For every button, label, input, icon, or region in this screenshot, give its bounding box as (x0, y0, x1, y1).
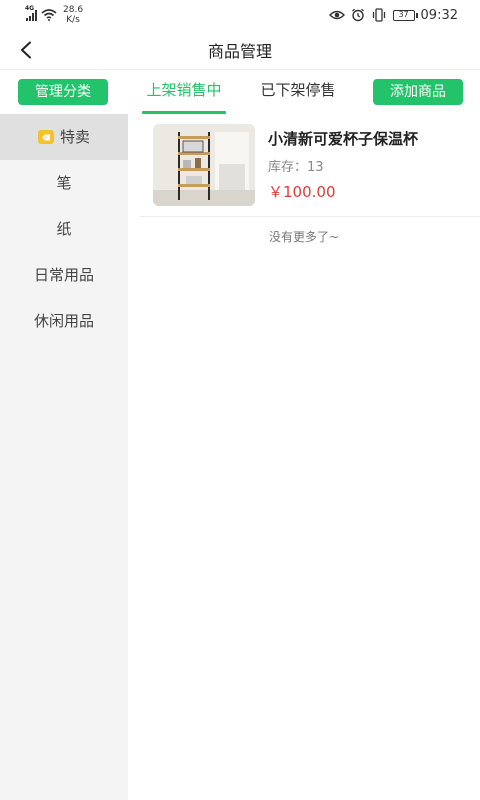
network-speed: 28.6 K/s (63, 5, 83, 25)
page-title: 商品管理 (207, 41, 272, 61)
tab-off-sale[interactable]: 已下架停售 (256, 70, 340, 114)
add-product-button[interactable]: 添加商品 (373, 79, 463, 105)
product-name: 小清新可爱杯子保温杯 (268, 130, 419, 148)
hot-tag-icon (37, 130, 54, 144)
vibrate-icon (372, 8, 385, 22)
sidebar-item-paper[interactable]: 纸 (0, 206, 128, 252)
toolbar: 管理分类 上架销售中 已下架停售 添加商品 (0, 70, 480, 114)
eye-icon (328, 10, 345, 20)
nav-bar: 商品管理 (0, 30, 480, 70)
clock: 09:32 (420, 7, 458, 23)
sidebar-item-pen[interactable]: 笔 (0, 160, 128, 206)
battery-level: 37 (398, 9, 409, 19)
list-item[interactable]: 小清新可爱杯子保温杯 库存：13 ￥100.00 (140, 114, 480, 217)
battery-icon: 37 (392, 9, 418, 21)
sidebar-item-label: 休闲用品 (33, 312, 94, 330)
chevron-left-icon (21, 41, 31, 59)
back-button[interactable] (14, 38, 38, 62)
status-left: 4G 28.6 K/s (25, 5, 83, 25)
tab-on-sale[interactable]: 上架销售中 (142, 70, 226, 114)
manage-category-button[interactable]: 管理分类 (18, 79, 108, 105)
product-stock: 库存：13 (268, 160, 324, 175)
sidebar-item-label: 笔 (56, 174, 72, 192)
sidebar-item-daily-goods[interactable]: 日常用品 (0, 252, 128, 298)
sidebar-item-label: 日常用品 (33, 266, 94, 284)
wifi-icon (41, 9, 57, 21)
product-price: ￥100.00 (268, 183, 336, 201)
speed-unit: K/s (66, 15, 80, 25)
status-bar: 4G 28.6 K/s 37 09:32 (0, 0, 480, 30)
signal-icon: 4G (25, 5, 37, 21)
sidebar-item-special-sale[interactable]: 特卖 (0, 114, 128, 160)
alarm-icon (351, 8, 364, 22)
product-list: 小清新可爱杯子保温杯 库存：13 ￥100.00 没有更多了~ (128, 114, 480, 800)
status-right: 37 09:32 (328, 7, 458, 23)
sidebar-item-label: 纸 (56, 220, 72, 238)
sidebar-item-leisure-goods[interactable]: 休闲用品 (0, 298, 128, 344)
network-type: 4G (25, 5, 35, 12)
product-image (153, 124, 255, 206)
category-sidebar: 特卖 笔 纸 日常用品 休闲用品 (0, 114, 128, 800)
list-end-text: 没有更多了~ (268, 230, 340, 244)
speed-value: 28.6 (63, 5, 84, 15)
sidebar-item-label: 特卖 (59, 128, 90, 146)
